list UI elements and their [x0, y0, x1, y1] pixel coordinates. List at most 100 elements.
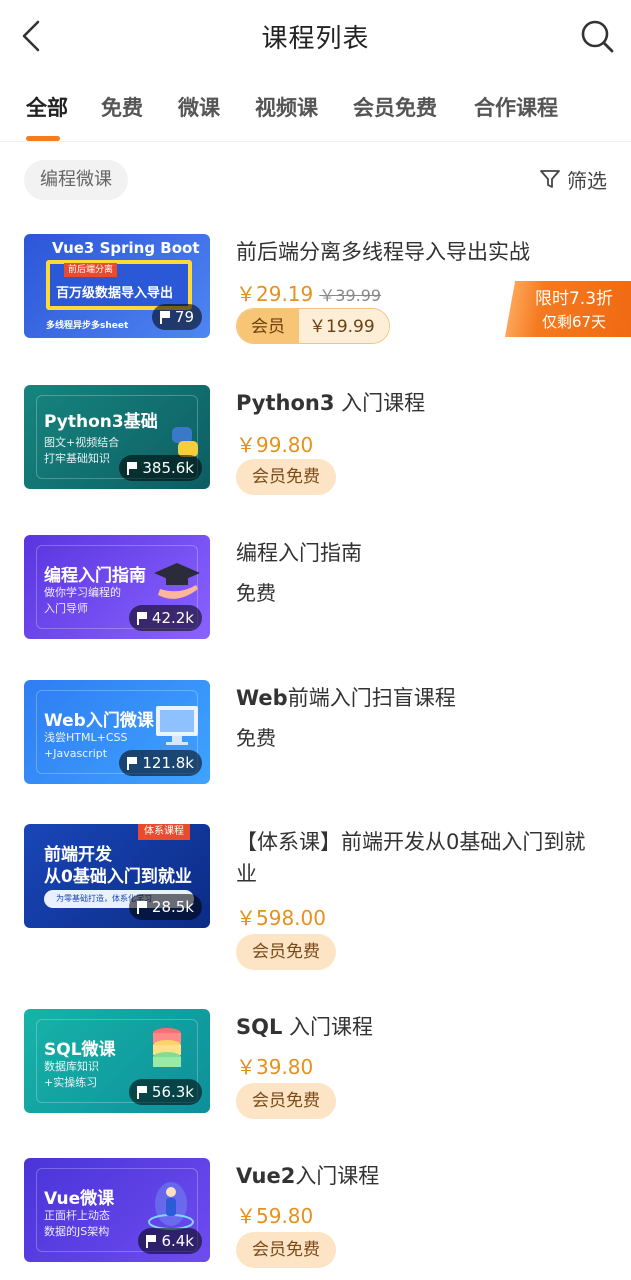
- course-price: ￥39.80: [236, 1055, 314, 1079]
- current-price: ￥29.19: [236, 282, 314, 306]
- thumb-title: SQL微课: [44, 1040, 116, 1060]
- active-tab-indicator: [26, 136, 60, 141]
- flag-icon: [159, 310, 170, 324]
- view-count-badge: 6.4k: [138, 1228, 202, 1254]
- title-bold: Vue2: [236, 1164, 296, 1188]
- member-price: ￥19.99: [299, 309, 389, 343]
- thumb-tag: 体系课程: [138, 824, 190, 840]
- course-title[interactable]: Python3 入门课程: [236, 387, 606, 419]
- flag-icon: [136, 611, 147, 625]
- view-count: 385.6k: [142, 459, 194, 477]
- thumb-title: Python3基础: [44, 412, 158, 432]
- course-thumbnail: SQL微课 数据库知识 +实操练习 56.3k: [24, 1009, 210, 1113]
- search-icon[interactable]: [577, 16, 617, 56]
- thumb-title: 前端开发 从0基础入门到就业: [44, 845, 192, 887]
- thumb-title: Web入门微课: [44, 711, 154, 731]
- view-count-badge: 79: [151, 304, 202, 330]
- funnel-icon: [540, 170, 560, 188]
- discount-banner: 限时7.3折 仅剩67天: [505, 281, 631, 337]
- course-item[interactable]: SQL微课 数据库知识 +实操练习 56.3k SQL 入门课程 ￥39.80 …: [0, 1009, 631, 1119]
- thumb-title: Vue微课: [44, 1189, 115, 1209]
- free-label: 免费: [236, 581, 276, 605]
- thumb-subtitle: 图文+视频结合 打牢基础知识: [44, 436, 120, 465]
- course-price: ￥59.80: [236, 1204, 314, 1228]
- course-thumbnail: Vue微课 正面杆上动态 数据的JS架构 6.4k: [24, 1158, 210, 1262]
- course-thumbnail: Vue3 Spring Boot 前后端分离 百万级数据导入导出 多线程异步多s…: [24, 234, 210, 338]
- flag-icon: [146, 1234, 157, 1248]
- course-price: ￥29.19 ￥39.99: [236, 278, 381, 307]
- title-rest: 入门课程: [282, 1015, 374, 1039]
- course-title[interactable]: 前后端分离多线程导入导出实战: [236, 236, 606, 268]
- title-rest: 入门课程: [295, 1164, 380, 1188]
- filter-bar: 编程微课 筛选: [0, 142, 631, 220]
- course-title[interactable]: 编程入门指南: [236, 537, 606, 569]
- tab-micro-course[interactable]: 微课: [178, 92, 220, 122]
- member-price-tag: 会员 ￥19.99: [236, 308, 390, 344]
- tab-free[interactable]: 免费: [101, 92, 143, 122]
- thumb-subtitle: 做你学习编程的 入门导师: [44, 586, 121, 615]
- title-rest: 入门课程: [334, 391, 426, 415]
- tab-all[interactable]: 全部: [26, 92, 68, 122]
- course-title[interactable]: Vue2入门课程: [236, 1160, 606, 1192]
- tab-member-free[interactable]: 会员免费: [353, 92, 437, 122]
- view-count: 42.2k: [151, 609, 194, 627]
- course-title[interactable]: 【体系课】前端开发从0基础入门到就业: [236, 826, 606, 890]
- view-count-badge: 385.6k: [119, 455, 202, 481]
- tab-partner-course[interactable]: 合作课程: [474, 92, 558, 122]
- course-thumbnail: Web入门微课 浅尝HTML+CSS +Javascript 121.8k: [24, 680, 210, 784]
- course-item[interactable]: Vue3 Spring Boot 前后端分离 百万级数据导入导出 多线程异步多s…: [0, 234, 631, 344]
- original-price: ￥39.99: [319, 286, 382, 305]
- member-free-badge: 会员免费: [236, 934, 336, 970]
- database-icon: [153, 1028, 181, 1067]
- filter-button[interactable]: 筛选: [539, 164, 607, 194]
- view-count-badge: 28.5k: [128, 894, 202, 920]
- hologram-icon: [148, 1182, 194, 1230]
- course-item[interactable]: Vue微课 正面杆上动态 数据的JS架构 6.4k Vue2入门课程 ￥59.8…: [0, 1158, 631, 1268]
- thumb-footer: 多线程异步多sheet: [46, 321, 129, 331]
- flag-icon: [136, 1085, 147, 1099]
- view-count-badge: 121.8k: [119, 750, 202, 776]
- discount-label: 限时7.3折: [534, 289, 614, 309]
- days-remaining: 仅剩67天: [541, 313, 607, 331]
- page-title: 课程列表: [261, 24, 370, 54]
- filter-label: 筛选: [567, 168, 607, 193]
- member-free-badge: 会员免费: [236, 459, 336, 495]
- course-item[interactable]: Web入门微课 浅尝HTML+CSS +Javascript 121.8k We…: [0, 680, 631, 790]
- title-bold: Web: [236, 686, 288, 710]
- view-count: 28.5k: [151, 898, 194, 916]
- course-item[interactable]: 编程入门指南 做你学习编程的 入门导师 42.2k 编程入门指南 免费: [0, 535, 631, 645]
- course-thumbnail: 编程入门指南 做你学习编程的 入门导师 42.2k: [24, 535, 210, 639]
- member-free-badge: 会员免费: [236, 1083, 336, 1119]
- title-bold: SQL: [236, 1015, 283, 1039]
- view-count: 79: [174, 308, 194, 326]
- top-bar: 课程列表: [0, 0, 631, 76]
- course-item[interactable]: Python3基础 图文+视频结合 打牢基础知识 385.6k Python3 …: [0, 385, 631, 495]
- tab-video-course[interactable]: 视频课: [255, 92, 318, 122]
- thumb-subtitle: 正面杆上动态 数据的JS架构: [44, 1209, 110, 1238]
- thumb-subtitle: 数据库知识 +实操练习: [44, 1060, 99, 1089]
- flag-icon: [127, 756, 138, 770]
- course-thumbnail: 体系课程 前端开发 从0基础入门到就业 为零基础打造，体系化学习 28.5k: [24, 824, 210, 928]
- flag-icon: [127, 461, 138, 475]
- course-item[interactable]: 体系课程 前端开发 从0基础入门到就业 为零基础打造，体系化学习 28.5k 【…: [0, 824, 631, 974]
- view-count: 121.8k: [142, 754, 194, 772]
- course-title[interactable]: SQL 入门课程: [236, 1011, 606, 1043]
- category-tabs: 全部 免费 微课 视频课 会员免费 合作课程: [0, 76, 631, 142]
- view-count: 56.3k: [151, 1083, 194, 1101]
- member-free-badge: 会员免费: [236, 1232, 336, 1268]
- course-thumbnail: Python3基础 图文+视频结合 打牢基础知识 385.6k: [24, 385, 210, 489]
- title-bold: Python3: [236, 391, 335, 415]
- monitor-icon: [156, 706, 198, 745]
- member-label: 会员: [237, 309, 299, 343]
- thumb-title: Vue3 Spring Boot: [52, 239, 200, 257]
- course-price: ￥598.00: [236, 906, 326, 930]
- thumb-banner: 百万级数据导入导出: [56, 286, 174, 301]
- course-price: ￥99.80: [236, 433, 314, 457]
- free-label: 免费: [236, 726, 276, 750]
- view-count-badge: 56.3k: [128, 1079, 202, 1105]
- category-chip[interactable]: 编程微课: [24, 160, 128, 200]
- course-title[interactable]: Web前端入门扫盲课程: [236, 682, 606, 714]
- thumb-title: 编程入门指南: [44, 566, 146, 586]
- graduation-cap-icon: [154, 563, 200, 599]
- view-count-badge: 42.2k: [128, 605, 202, 631]
